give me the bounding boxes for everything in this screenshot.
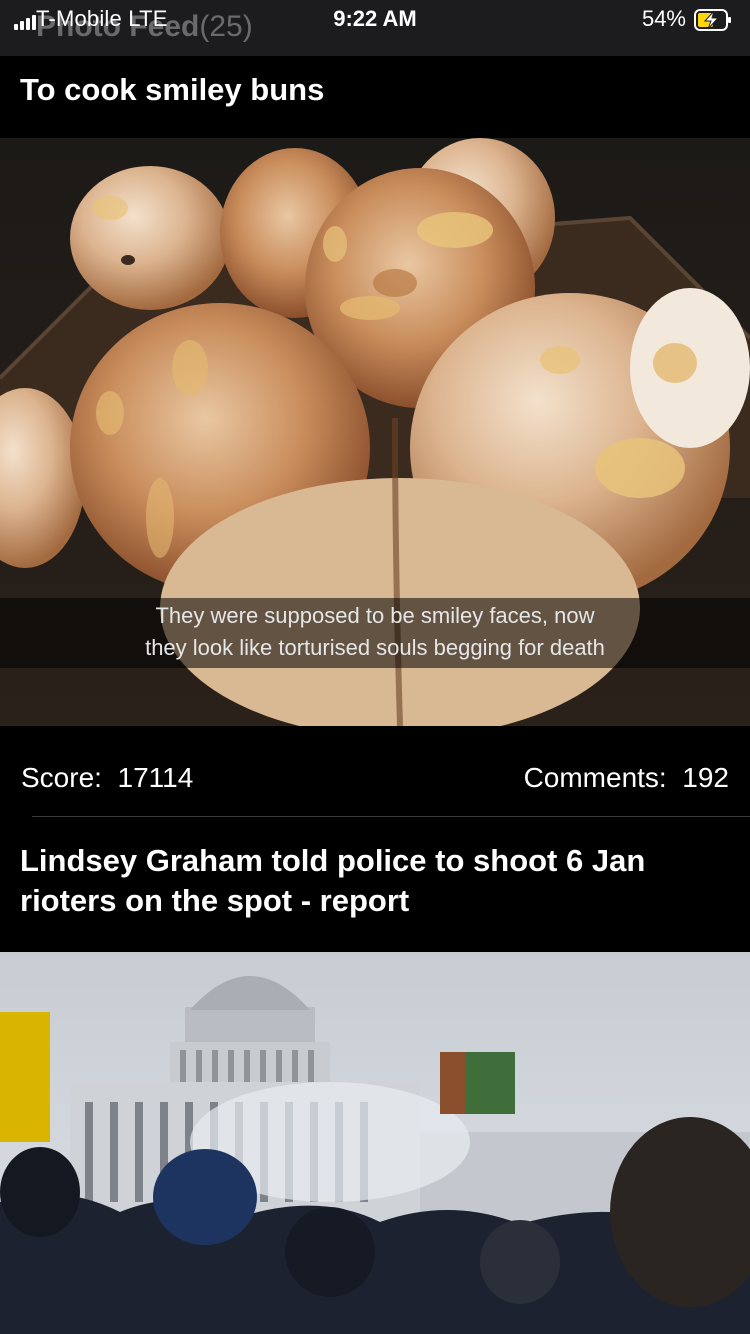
- post-title-line1: Lindsey Graham told police to shoot 6 Ja…: [20, 843, 646, 878]
- battery-percent: 54%: [641, 6, 686, 31]
- post-title[interactable]: To cook smiley buns: [0, 56, 750, 110]
- image-caption: They were supposed to be smiley faces, n…: [0, 598, 750, 668]
- comments-link[interactable]: Comments: 192: [524, 762, 729, 794]
- comments-label: Comments:: [523, 762, 667, 793]
- capitol-illustration: [0, 952, 750, 1334]
- post-title-bar[interactable]: To cook smiley buns: [0, 56, 750, 138]
- status-bar: Photo Feed(25) T-Mobile LTE 9:22 AM 54%: [0, 0, 750, 56]
- carrier-label: T-Mobile LTE: [36, 6, 168, 31]
- score-label: Score:: [21, 762, 102, 793]
- score-value: 17114: [117, 762, 194, 793]
- post-title-bar[interactable]: Lindsey Graham told police to shoot 6 Ja…: [0, 817, 750, 952]
- post-title[interactable]: Lindsey Graham told police to shoot 6 Ja…: [0, 817, 750, 921]
- post-title-line2: rioters on the spot - report: [20, 883, 410, 918]
- post-meta: Score: 17114 Comments: 192: [0, 726, 750, 816]
- image-caption-line1: They were supposed to be smiley faces, n…: [155, 603, 595, 628]
- battery-charging-icon: [694, 9, 731, 31]
- score: Score: 17114: [21, 762, 193, 794]
- comments-count: 192: [682, 762, 729, 793]
- post-photo[interactable]: They were supposed to be smiley faces, n…: [0, 138, 750, 726]
- post-photo[interactable]: [0, 952, 750, 1334]
- image-caption-line2: they look like torturised souls begging …: [145, 635, 605, 660]
